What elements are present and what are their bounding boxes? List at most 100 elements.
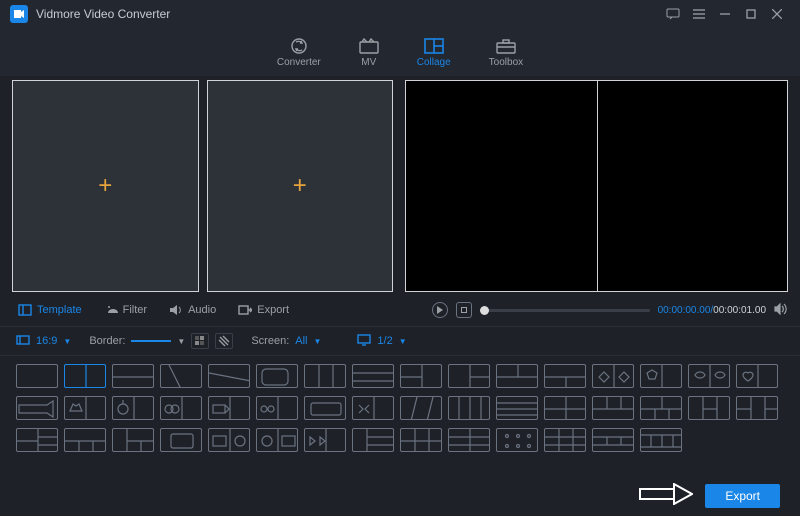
tab-audio[interactable]: Audio	[163, 302, 222, 318]
template-item[interactable]	[592, 396, 634, 420]
collage-slot-2[interactable]: +	[207, 80, 394, 292]
template-item[interactable]	[736, 396, 778, 420]
template-item[interactable]	[496, 396, 538, 420]
toolbox-icon	[496, 37, 516, 55]
tab-label: Audio	[188, 304, 216, 316]
template-item[interactable]	[592, 364, 634, 388]
border-color-button[interactable]	[191, 333, 209, 349]
template-item[interactable]	[304, 428, 346, 452]
template-item[interactable]	[304, 364, 346, 388]
template-item[interactable]	[64, 396, 106, 420]
template-item[interactable]	[160, 428, 202, 452]
mv-icon	[359, 37, 379, 55]
template-item[interactable]	[400, 396, 442, 420]
aspect-select[interactable]: 16:9 ▼	[16, 334, 71, 349]
template-item[interactable]	[16, 396, 58, 420]
nav-mv[interactable]: MV	[359, 37, 379, 68]
stop-button[interactable]	[456, 302, 472, 318]
template-item[interactable]	[256, 364, 298, 388]
filter-icon	[104, 304, 118, 316]
page-select[interactable]: 1/2▼	[377, 335, 406, 347]
volume-icon[interactable]	[774, 303, 788, 318]
template-item[interactable]	[544, 364, 586, 388]
minimize-button[interactable]	[712, 3, 738, 25]
nav-converter[interactable]: Converter	[277, 37, 321, 68]
template-item[interactable]	[64, 364, 106, 388]
monitor-icon	[357, 334, 371, 349]
tab-export[interactable]: Export	[232, 302, 295, 318]
border-weight-select[interactable]: ▼	[131, 337, 185, 346]
preview-player	[405, 80, 788, 292]
template-item[interactable]	[640, 428, 682, 452]
template-item[interactable]	[688, 364, 730, 388]
screen-label: Screen:	[251, 335, 289, 347]
collage-slot-1[interactable]: +	[12, 80, 199, 292]
template-item[interactable]	[304, 396, 346, 420]
template-item[interactable]	[112, 428, 154, 452]
app-logo	[10, 5, 28, 23]
template-item[interactable]	[448, 396, 490, 420]
template-item[interactable]	[736, 364, 778, 388]
template-item[interactable]	[352, 428, 394, 452]
aspect-icon	[16, 334, 30, 349]
template-item[interactable]	[448, 364, 490, 388]
template-item[interactable]	[496, 364, 538, 388]
screen-select[interactable]: All▼	[295, 335, 321, 347]
nav-label: Toolbox	[489, 57, 523, 68]
template-item[interactable]	[16, 364, 58, 388]
template-item[interactable]	[400, 364, 442, 388]
seek-thumb[interactable]	[480, 306, 489, 315]
template-item[interactable]	[496, 428, 538, 452]
template-item[interactable]	[640, 396, 682, 420]
template-item[interactable]	[592, 428, 634, 452]
template-item[interactable]	[112, 396, 154, 420]
titlebar: Vidmore Video Converter	[0, 0, 800, 28]
template-item[interactable]	[256, 396, 298, 420]
export-button[interactable]: Export	[705, 484, 780, 508]
template-item[interactable]	[352, 364, 394, 388]
template-item[interactable]	[208, 364, 250, 388]
template-item[interactable]	[208, 428, 250, 452]
collage-icon	[424, 37, 444, 55]
close-button[interactable]	[764, 3, 790, 25]
border-style-button[interactable]	[215, 333, 233, 349]
maximize-button[interactable]	[738, 3, 764, 25]
tab-filter[interactable]: Filter	[98, 302, 153, 318]
template-item[interactable]	[544, 396, 586, 420]
template-item[interactable]	[448, 428, 490, 452]
nav-label: Converter	[277, 57, 321, 68]
template-item[interactable]	[352, 396, 394, 420]
seek-bar[interactable]	[480, 309, 650, 312]
footer: Export	[639, 483, 780, 508]
template-item[interactable]	[640, 364, 682, 388]
template-item[interactable]	[544, 428, 586, 452]
tab-template[interactable]: Template	[12, 302, 88, 318]
template-item[interactable]	[112, 364, 154, 388]
template-item[interactable]	[64, 428, 106, 452]
main-area: + +	[0, 76, 800, 292]
add-icon: +	[293, 172, 307, 200]
top-nav: Converter MV Collage Toolbox	[0, 28, 800, 76]
chevron-down-icon: ▼	[63, 337, 71, 346]
template-item[interactable]	[160, 364, 202, 388]
arrow-annotation	[639, 483, 693, 508]
nav-toolbox[interactable]: Toolbox	[489, 37, 523, 68]
template-item[interactable]	[400, 428, 442, 452]
menu-icon[interactable]	[686, 3, 712, 25]
nav-label: Collage	[417, 57, 451, 68]
template-item[interactable]	[160, 396, 202, 420]
export-icon	[238, 304, 252, 316]
border-label: Border:	[89, 335, 125, 347]
aspect-value: 16:9	[36, 335, 57, 347]
collage-canvas: + +	[12, 80, 393, 292]
template-item[interactable]	[16, 428, 58, 452]
nav-collage[interactable]: Collage	[417, 37, 451, 68]
add-icon: +	[98, 172, 112, 200]
template-item[interactable]	[208, 396, 250, 420]
time-display: 00:00:00.00/00:00:01.00	[658, 305, 766, 316]
template-item[interactable]	[688, 396, 730, 420]
play-button[interactable]	[432, 302, 448, 318]
template-item[interactable]	[256, 428, 298, 452]
tab-label: Filter	[123, 304, 147, 316]
feedback-icon[interactable]	[660, 3, 686, 25]
